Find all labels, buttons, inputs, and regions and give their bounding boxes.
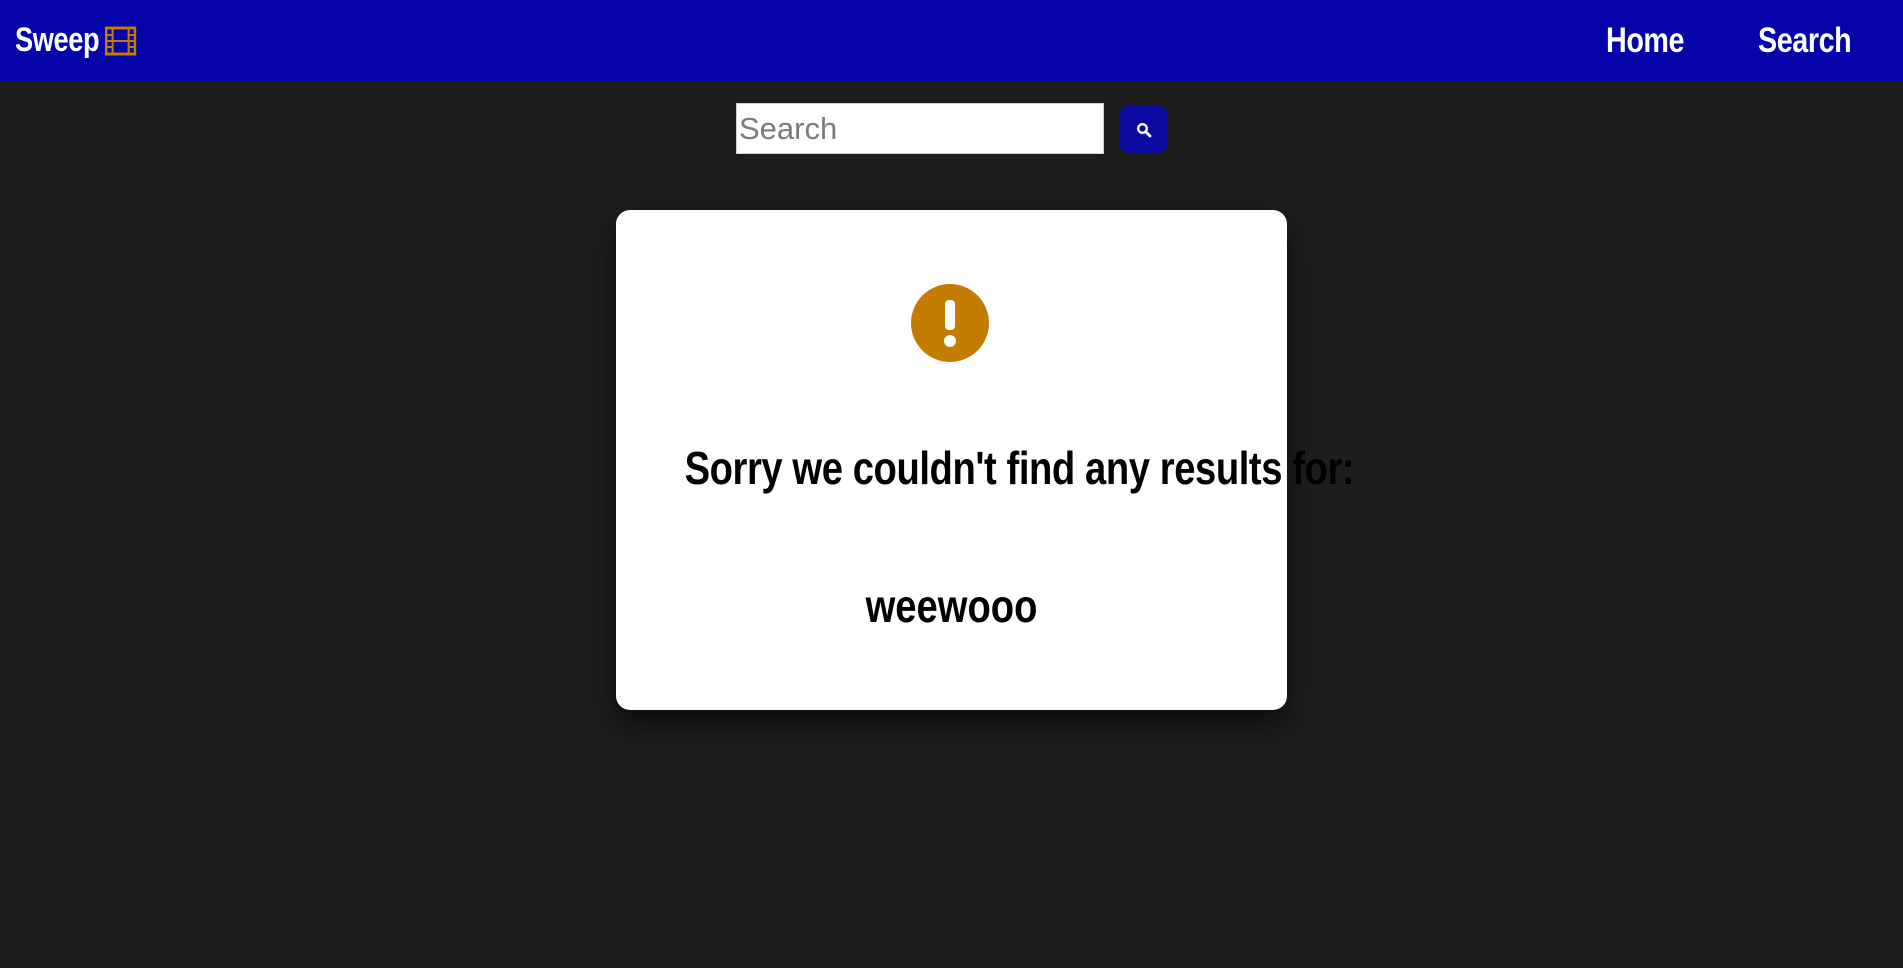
- search-query: weewooo: [616, 578, 1287, 634]
- exclamation-circle-icon: [911, 284, 989, 362]
- no-results-card: Sorry we couldn't find any results for: …: [616, 210, 1355, 710]
- search-icon: [1136, 122, 1151, 137]
- nav-home-link[interactable]: Home: [1606, 0, 1685, 81]
- no-results-message-text: Sorry we couldn't find any results for:: [684, 442, 1355, 494]
- search-query-text: weewooo: [865, 580, 1038, 632]
- search-button[interactable]: [1119, 105, 1168, 154]
- search-input[interactable]: [736, 103, 1104, 154]
- nav-search-link[interactable]: Search: [1758, 0, 1852, 81]
- no-results-message: Sorry we couldn't find any results for:: [616, 440, 1355, 496]
- nav-links: Home Search: [0, 0, 1903, 81]
- top-navbar: Sweep Home Search: [0, 0, 1903, 81]
- page-bottom-edge: [0, 968, 1903, 976]
